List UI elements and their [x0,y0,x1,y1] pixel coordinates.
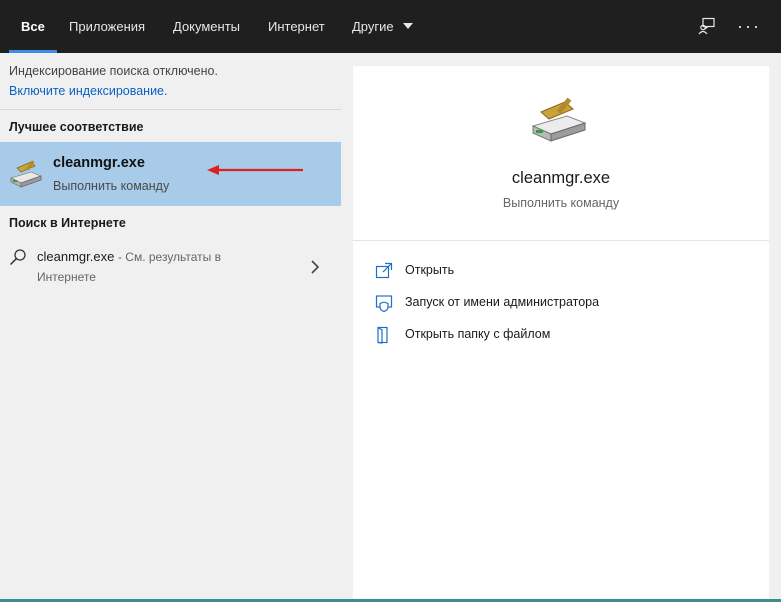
best-match-result[interactable]: cleanmgr.exe Выполнить команду [0,142,341,206]
open-folder-icon [377,326,388,344]
web-result-query: cleanmgr.exe [37,249,115,264]
tab-documents-label: Документы [173,19,241,34]
tab-internet-label: Интернет [268,19,325,34]
feedback-button[interactable] [695,14,719,38]
web-search-result[interactable]: cleanmgr.exe - См. результаты в Интернет… [0,242,341,290]
enable-indexing-link[interactable]: Включите индексирование. [9,84,167,98]
preview-subtitle: Выполнить команду [502,196,620,210]
web-result-line1: cleanmgr.exe - См. результаты в [37,249,221,264]
web-result-line2: Интернете [37,270,96,284]
tab-internet[interactable]: Интернет [268,0,325,53]
tab-other[interactable]: Другие [352,0,414,53]
chevron-right-icon[interactable] [310,260,320,274]
results-pane: Индексирование поиска отключено. Включит… [0,53,341,602]
run-as-admin-icon [375,295,393,312]
more-icon: ··· [737,16,761,36]
disk-cleanup-icon [9,160,43,188]
best-match-header: Лучшее соответствие [9,120,144,134]
tab-apps[interactable]: Приложения [69,0,145,53]
best-match-title: cleanmgr.exe [53,155,145,171]
preview-title: cleanmgr.exe [511,169,611,187]
red-arrow-icon [207,165,303,175]
web-search-header: Поиск в Интернете [9,216,126,230]
chevron-down-icon [403,23,414,29]
tab-all[interactable]: Все [9,0,57,53]
open-icon [375,262,393,279]
open-action-label: Открыть [405,263,455,277]
tab-other-label: Другие [352,19,394,34]
run-as-admin-label: Запуск от имени администратора [405,295,600,309]
more-options-button[interactable]: ··· [737,14,761,38]
tab-apps-label: Приложения [69,19,146,34]
search-icon [9,249,26,266]
divider [0,109,341,110]
preview-pane: cleanmgr.exe Выполнить команду Открыть З… [353,66,769,602]
disk-cleanup-icon [531,97,587,142]
web-result-suffix: - См. результаты в [117,250,221,264]
divider [353,240,769,241]
search-filter-bar: Все Приложения Документы Интернет Другие… [0,0,781,53]
open-folder-label: Открыть папку с файлом [405,327,551,341]
best-match-subtitle: Выполнить команду [53,179,170,193]
feedback-icon [698,17,715,35]
tab-all-label: Все [21,19,45,34]
indexing-notice: Индексирование поиска отключено. [9,64,218,78]
tab-documents[interactable]: Документы [173,0,240,53]
